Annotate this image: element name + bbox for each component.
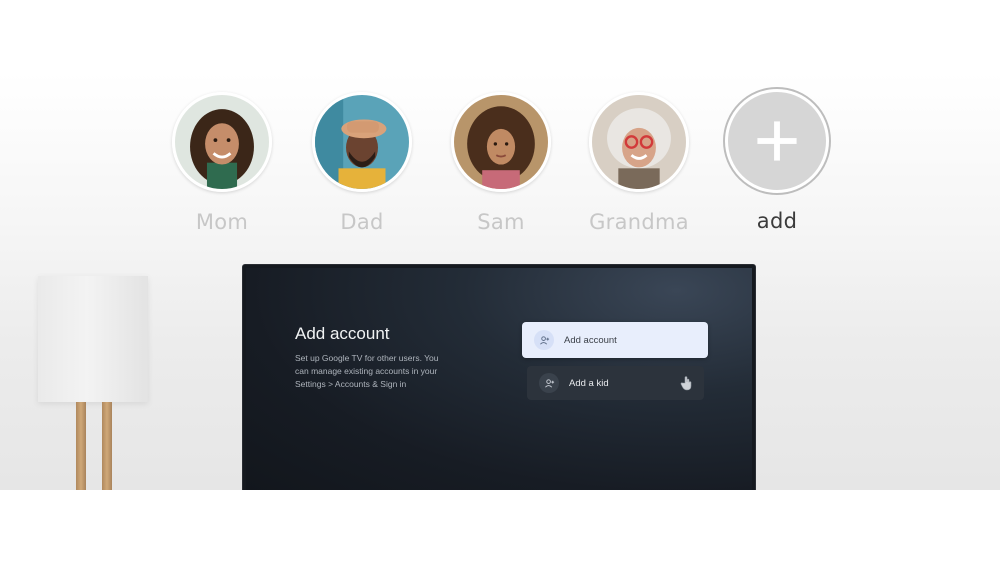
lamp-shade <box>38 276 148 402</box>
man-photo-icon <box>312 92 412 192</box>
hand-cursor-icon <box>680 376 692 391</box>
profile-name: Mom <box>195 210 249 234</box>
profile-dad[interactable]: Dad <box>302 92 422 234</box>
option-label: Add a kid <box>569 377 609 389</box>
living-room-scene: Mom Dad Sam Grandma add Add account Set … <box>0 72 1000 490</box>
grandma-photo-icon <box>589 92 689 192</box>
profile-grandma[interactable]: Grandma <box>579 92 699 234</box>
profile-selector: Mom Dad Sam Grandma add <box>0 72 1000 252</box>
tv-description: Set up Google TV for other users. You ca… <box>295 353 439 389</box>
child-photo-icon <box>451 92 551 192</box>
profile-mom[interactable]: Mom <box>162 92 282 234</box>
plus-icon <box>725 89 829 193</box>
profile-sam[interactable]: Sam <box>441 92 561 234</box>
profile-name: add <box>756 209 798 233</box>
add-person-icon <box>534 330 554 350</box>
profile-name: Grandma <box>589 210 689 234</box>
tv-frame: Add account Set up Google TV for other u… <box>243 265 755 490</box>
option-label: Add account <box>564 334 617 346</box>
lamp-leg <box>76 402 86 490</box>
add-kid-option[interactable]: Add a kid <box>527 366 704 400</box>
tv-page-title: Add account <box>295 324 390 343</box>
woman-photo-icon <box>172 92 272 192</box>
add-person-icon <box>539 373 559 393</box>
add-account-option[interactable]: Add account <box>522 322 708 358</box>
tv-screen: Add account Set up Google TV for other u… <box>246 268 752 490</box>
add-profile-button[interactable]: add <box>717 89 837 233</box>
profile-name: Sam <box>477 210 525 234</box>
profile-name: Dad <box>340 210 384 234</box>
floor-lamp <box>38 276 148 490</box>
lamp-leg <box>102 402 112 490</box>
